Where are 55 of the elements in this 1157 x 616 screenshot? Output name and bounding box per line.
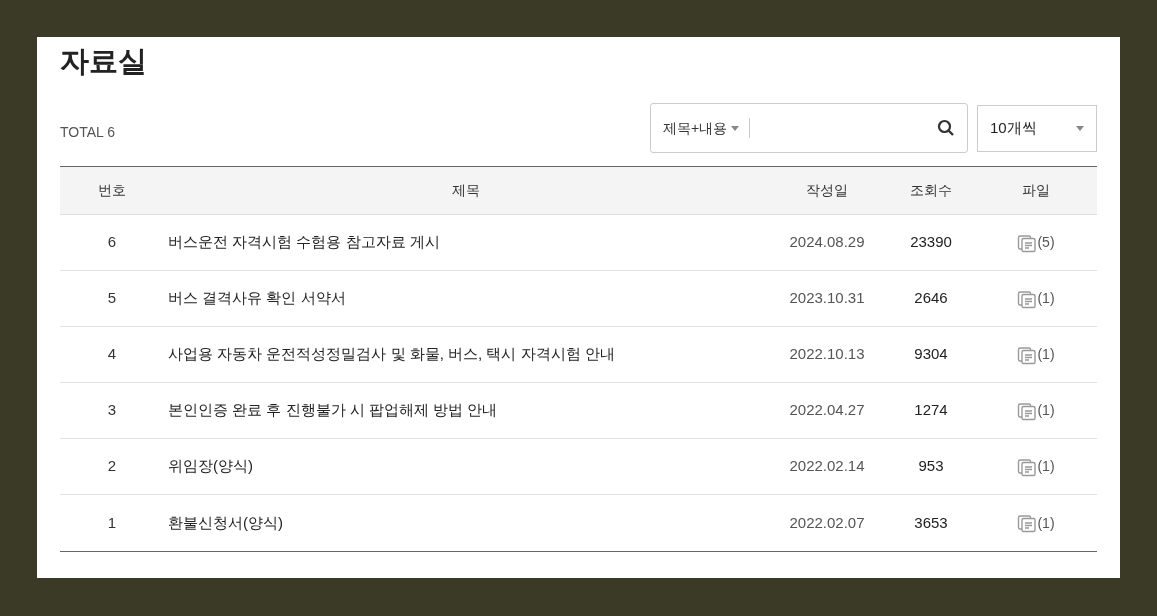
column-header: 조회수 (910, 182, 952, 198)
document-icon (1017, 400, 1038, 421)
view-count: 23390 (910, 233, 952, 251)
total-count: TOTAL 6 (60, 123, 115, 142)
row-number: 5 (107, 289, 117, 307)
view-count: 2646 (914, 289, 948, 307)
document-icon (1017, 513, 1038, 533)
row-number: 3 (107, 401, 117, 419)
table-row[interactable]: 3 본인인증 완료 후 진행불가 시 팝업해제 방법 안내 2022.04.27 1274 (1) (60, 383, 1097, 439)
caret-icon (731, 125, 740, 131)
document-icon (1017, 288, 1038, 309)
post-title-link[interactable]: 버스 결격사유 확인 서약서 (168, 289, 346, 307)
attachment-count[interactable]: (1) (1037, 512, 1055, 534)
table-row[interactable]: 6 버스운전 자격시험 수험용 참고자료 게시 2024.08.29 23390 (5) (60, 215, 1097, 271)
post-title-link[interactable]: 사업용 자동차 운전적성정밀검사 및 화물, 버스, 택시 자격시험 안내 (168, 345, 615, 363)
view-count: 3653 (914, 513, 948, 531)
table-row[interactable]: 2 위임장(양식) 2022.02.14 953 (1) (60, 439, 1097, 495)
page-size-dropdown[interactable]: 10개씩 (977, 104, 1097, 152)
table-row[interactable]: 5 버스 결격사유 확인 서약서 2023.10.31 2646 (1) (60, 271, 1097, 327)
post-title-link[interactable]: 환불신청서(양식) (168, 513, 283, 531)
attachment-count[interactable]: (5) (1037, 232, 1055, 253)
row-number: 6 (107, 233, 117, 251)
column-header: 작성일 (806, 182, 848, 198)
attachment-count[interactable]: (1) (1037, 400, 1055, 421)
document-icon (1017, 344, 1038, 365)
post-title-link[interactable]: 위임장(양식) (168, 457, 253, 475)
search-scope-dropdown[interactable]: 제목+내용 (663, 118, 751, 138)
attachment-count[interactable]: (1) (1037, 288, 1055, 309)
post-date: 2022.02.07 (789, 513, 865, 531)
document-icon (1017, 456, 1038, 477)
caret-icon (1076, 125, 1084, 131)
post-title-link[interactable]: 버스운전 자격시험 수험용 참고자료 게시 (168, 233, 440, 251)
row-number: 2 (107, 457, 117, 475)
post-date: 2022.02.14 (789, 457, 865, 475)
document-icon (1017, 232, 1038, 253)
search-field[interactable]: 제목+내용 (650, 103, 968, 153)
post-date: 2024.08.29 (789, 233, 865, 251)
table-row[interactable]: 4 사업용 자동차 운전적성정밀검사 및 화물, 버스, 택시 자격시험 안내 2022.10.13 9304 (1) (60, 327, 1097, 383)
view-count: 953 (918, 457, 944, 475)
view-count: 1274 (914, 401, 948, 419)
post-date: 2023.10.31 (789, 289, 865, 307)
attachment-count[interactable]: (1) (1037, 344, 1055, 365)
post-title-link[interactable]: 본인인증 완료 후 진행불가 시 팝업해제 방법 안내 (168, 401, 498, 419)
column-header: 파일 (1022, 182, 1050, 198)
view-count: 9304 (914, 345, 948, 363)
post-date: 2022.04.27 (789, 401, 865, 419)
column-header: 제목 (451, 182, 480, 198)
row-number: 1 (107, 513, 117, 531)
table-row[interactable]: 1 환불신청서(양식) 2022.02.07 3653 (1) (60, 495, 1097, 551)
search-icon[interactable] (937, 119, 955, 137)
row-number: 4 (107, 345, 117, 363)
attachment-count[interactable]: (1) (1037, 456, 1055, 477)
page-title: 자료실 (60, 44, 148, 79)
post-date: 2022.10.13 (789, 345, 865, 363)
column-header: 번호 (98, 182, 126, 198)
